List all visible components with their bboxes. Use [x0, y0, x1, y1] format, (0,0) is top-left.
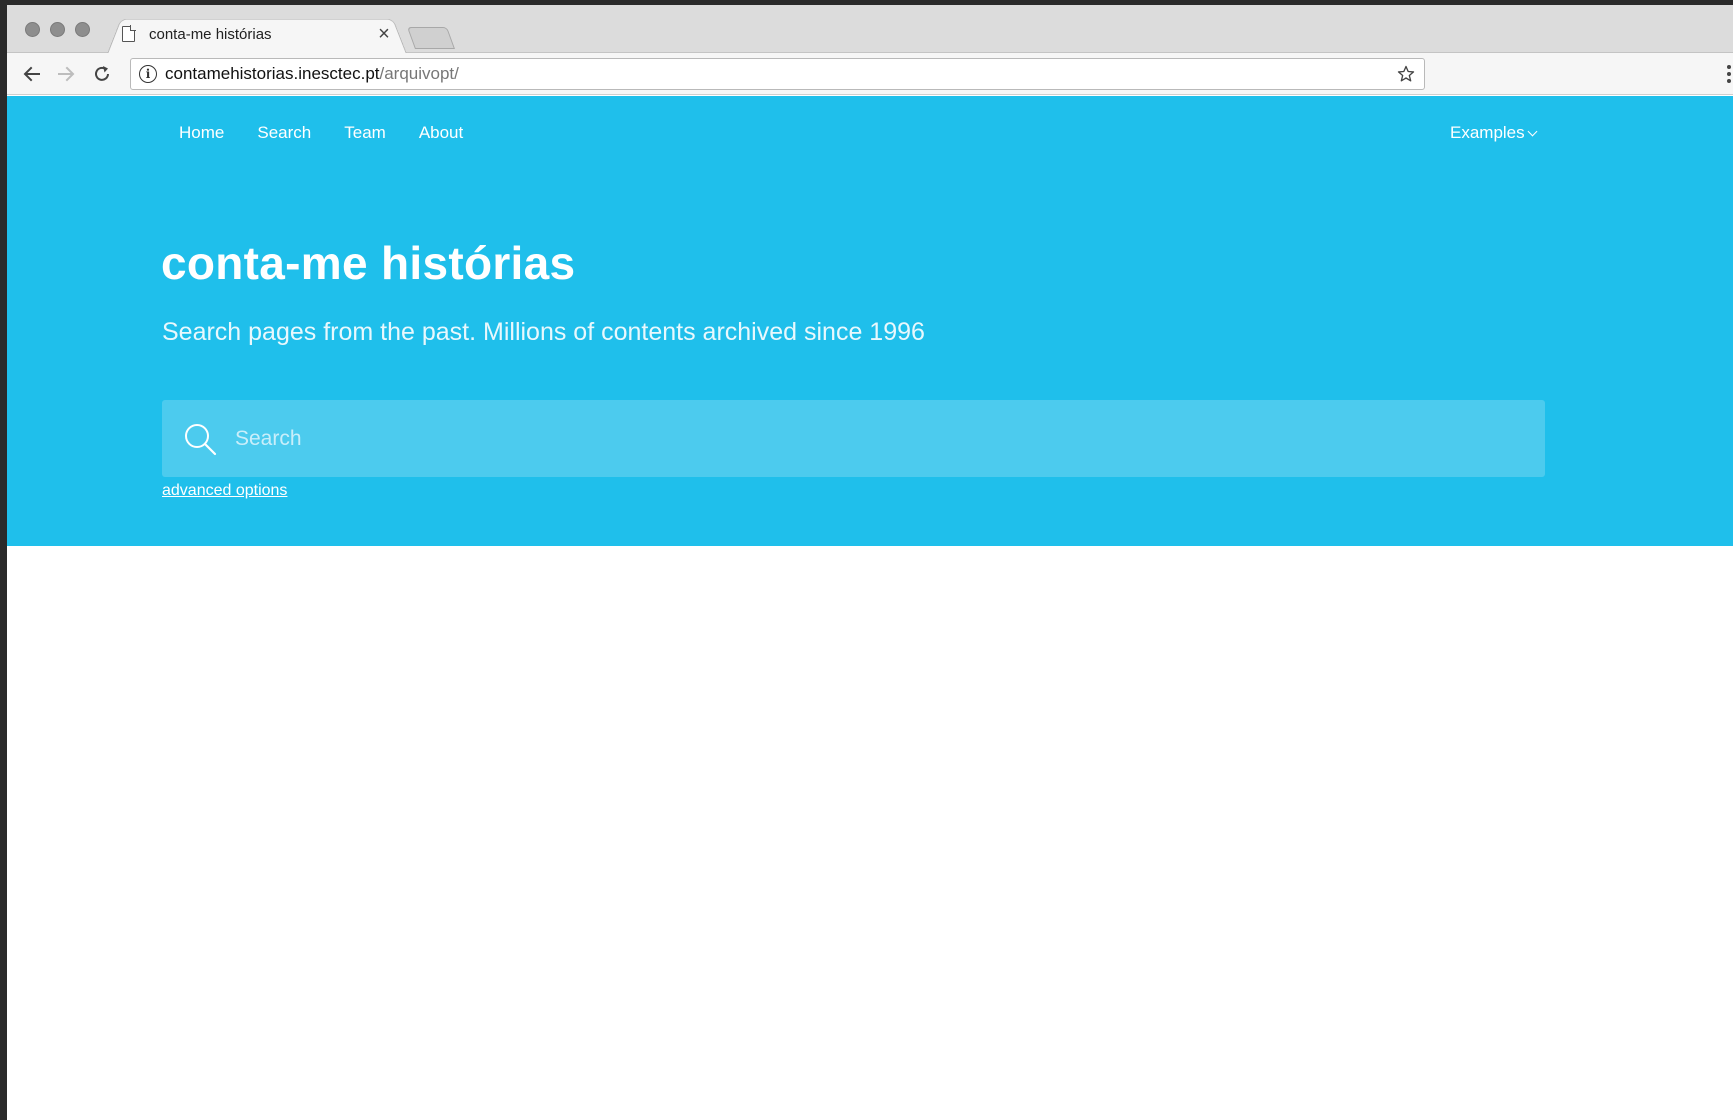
page-icon: [122, 25, 136, 42]
examples-label: Examples: [1450, 123, 1525, 142]
web-page: Home Search Team About Examples conta-me…: [7, 96, 1733, 1120]
url-text[interactable]: contamehistorias.inesctec.pt/arquivopt/: [165, 64, 459, 84]
browser-toolbar: i contamehistorias.inesctec.pt/arquivopt…: [7, 53, 1733, 95]
search-box[interactable]: [162, 400, 1545, 477]
chevron-down-icon: [1527, 126, 1538, 136]
hero-section: Home Search Team About Examples conta-me…: [7, 96, 1733, 546]
address-bar[interactable]: i contamehistorias.inesctec.pt/arquivopt…: [130, 58, 1425, 90]
main-nav: Home Search Team About: [179, 123, 496, 143]
close-window-button[interactable]: [25, 22, 40, 37]
back-button[interactable]: [20, 62, 44, 86]
tab-strip: conta-me histórias ×: [7, 5, 1733, 54]
url-path: /arquivopt/: [379, 64, 459, 83]
minimize-window-button[interactable]: [50, 22, 65, 37]
new-tab-button[interactable]: [406, 27, 456, 49]
reload-button[interactable]: [90, 62, 114, 86]
arrow-left-icon: [23, 66, 40, 82]
tab-title: conta-me histórias: [149, 25, 272, 43]
arrow-right-icon: [58, 66, 75, 82]
info-icon[interactable]: i: [139, 65, 157, 83]
maximize-window-button[interactable]: [75, 22, 90, 37]
nav-item-team[interactable]: Team: [344, 123, 386, 143]
page-title: conta-me histórias: [161, 237, 576, 289]
reload-icon: [95, 66, 109, 81]
advanced-options-link[interactable]: advanced options: [162, 482, 287, 500]
bookmark-star-icon[interactable]: [1396, 64, 1416, 84]
tagline: Search pages from the past. Millions of …: [162, 318, 925, 346]
browser-menu-icon[interactable]: [1725, 65, 1733, 83]
nav-item-about[interactable]: About: [419, 123, 463, 143]
url-host: contamehistorias.inesctec.pt: [165, 64, 380, 83]
active-tab-content[interactable]: conta-me histórias ×: [122, 19, 402, 49]
forward-button[interactable]: [54, 62, 78, 86]
browser-window: conta-me histórias × i contamehistorias.…: [7, 5, 1733, 1120]
nav-item-search[interactable]: Search: [257, 123, 311, 143]
tab-close-icon[interactable]: ×: [374, 24, 394, 44]
search-input[interactable]: [218, 400, 1545, 477]
nav-item-home[interactable]: Home: [179, 123, 224, 143]
examples-dropdown[interactable]: Examples: [1450, 123, 1538, 143]
search-icon: [185, 423, 217, 455]
